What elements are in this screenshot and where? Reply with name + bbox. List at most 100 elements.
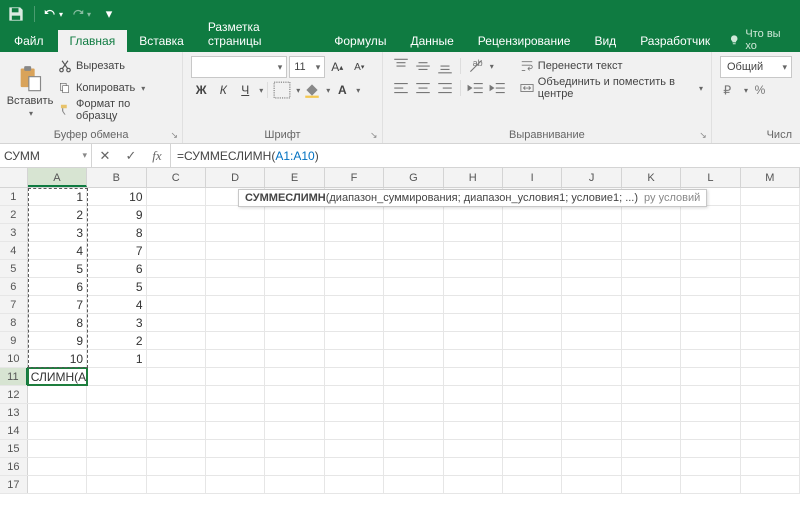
tab-разметка страницы[interactable]: Разметка страницы [196, 16, 322, 52]
cell[interactable] [384, 278, 443, 295]
cell[interactable] [206, 278, 265, 295]
align-middle-icon[interactable] [413, 56, 433, 76]
cell[interactable] [741, 422, 800, 439]
cell[interactable] [562, 368, 621, 385]
cell[interactable] [622, 350, 681, 367]
column-header[interactable]: E [265, 168, 324, 187]
cell[interactable] [147, 314, 206, 331]
cell[interactable] [147, 404, 206, 421]
cell[interactable] [206, 458, 265, 475]
percent-format-icon[interactable]: % [750, 80, 770, 100]
cell[interactable] [444, 206, 503, 223]
cell[interactable] [147, 332, 206, 349]
cell[interactable] [206, 386, 265, 403]
cell[interactable] [147, 206, 206, 223]
cell[interactable]: 7 [28, 296, 87, 313]
row-header[interactable]: 8 [0, 314, 28, 331]
cell[interactable] [444, 278, 503, 295]
cell[interactable] [325, 206, 384, 223]
cell[interactable] [325, 314, 384, 331]
cell[interactable] [265, 206, 324, 223]
cell[interactable] [206, 404, 265, 421]
column-header[interactable]: C [147, 168, 206, 187]
cell[interactable] [206, 422, 265, 439]
align-center-icon[interactable] [413, 78, 433, 98]
cell[interactable]: 3 [28, 224, 87, 241]
cell[interactable] [384, 368, 443, 385]
merge-center-button[interactable]: Объединить и поместить в центре▾ [520, 78, 703, 98]
insert-function-icon[interactable]: fx [144, 148, 170, 164]
cell[interactable] [444, 458, 503, 475]
cell[interactable] [384, 458, 443, 475]
cell[interactable] [265, 458, 324, 475]
align-bottom-icon[interactable] [435, 56, 455, 76]
cell[interactable] [741, 332, 800, 349]
cell[interactable] [622, 440, 681, 457]
undo-icon[interactable]: ▾ [43, 4, 63, 24]
select-all-corner[interactable] [0, 168, 28, 187]
cell[interactable] [147, 458, 206, 475]
cell[interactable] [265, 404, 324, 421]
cell[interactable] [681, 404, 740, 421]
cell[interactable] [265, 296, 324, 313]
cell[interactable] [206, 242, 265, 259]
tab-вид[interactable]: Вид [582, 30, 628, 52]
number-format-select[interactable]: Общий [720, 56, 792, 78]
increase-font-icon[interactable]: A▴ [327, 57, 347, 77]
tab-вставка[interactable]: Вставка [127, 30, 196, 52]
row-header[interactable]: 15 [0, 440, 28, 457]
cell[interactable] [325, 386, 384, 403]
bold-button[interactable]: Ж [191, 80, 211, 100]
cell[interactable] [265, 242, 324, 259]
cell[interactable] [503, 476, 562, 493]
cell[interactable] [325, 422, 384, 439]
cell[interactable]: 9 [87, 206, 146, 223]
tab-данные[interactable]: Данные [398, 30, 465, 52]
cell[interactable]: 10 [87, 188, 146, 205]
cell[interactable] [503, 260, 562, 277]
cell[interactable] [622, 332, 681, 349]
cell[interactable] [562, 260, 621, 277]
cell[interactable] [265, 332, 324, 349]
cell[interactable] [325, 404, 384, 421]
column-header[interactable]: H [444, 168, 503, 187]
cell[interactable] [87, 386, 146, 403]
font-size-select[interactable]: 11 [289, 56, 325, 78]
cell[interactable] [325, 260, 384, 277]
cell[interactable] [147, 422, 206, 439]
cell[interactable] [562, 458, 621, 475]
cell[interactable] [622, 296, 681, 313]
row-header[interactable]: 13 [0, 404, 28, 421]
cell[interactable] [265, 260, 324, 277]
qat-customize-icon[interactable]: ▾ [99, 4, 119, 24]
cell[interactable] [444, 476, 503, 493]
cell[interactable] [384, 440, 443, 457]
cell[interactable] [28, 458, 87, 475]
cell[interactable] [28, 422, 87, 439]
tab-file[interactable]: Файл [0, 30, 58, 52]
cell[interactable] [444, 404, 503, 421]
cell[interactable] [681, 278, 740, 295]
cell[interactable] [384, 242, 443, 259]
cell[interactable] [384, 350, 443, 367]
orientation-icon[interactable]: ab [466, 56, 486, 76]
cell[interactable] [384, 404, 443, 421]
cell[interactable] [384, 422, 443, 439]
cell[interactable] [147, 224, 206, 241]
cell[interactable] [562, 206, 621, 223]
cell[interactable]: 4 [28, 242, 87, 259]
cell[interactable] [681, 368, 740, 385]
cell[interactable]: 1 [87, 350, 146, 367]
cell[interactable] [384, 260, 443, 277]
row-header[interactable]: 7 [0, 296, 28, 313]
cell[interactable] [503, 206, 562, 223]
cell[interactable] [681, 206, 740, 223]
row-header[interactable]: 16 [0, 458, 28, 475]
cell[interactable] [622, 476, 681, 493]
cell[interactable]: 7 [87, 242, 146, 259]
clipboard-launcher-icon[interactable]: ↘ [168, 129, 180, 141]
cell[interactable] [325, 278, 384, 295]
cell[interactable] [444, 332, 503, 349]
cell[interactable] [503, 278, 562, 295]
cell[interactable] [206, 368, 265, 385]
